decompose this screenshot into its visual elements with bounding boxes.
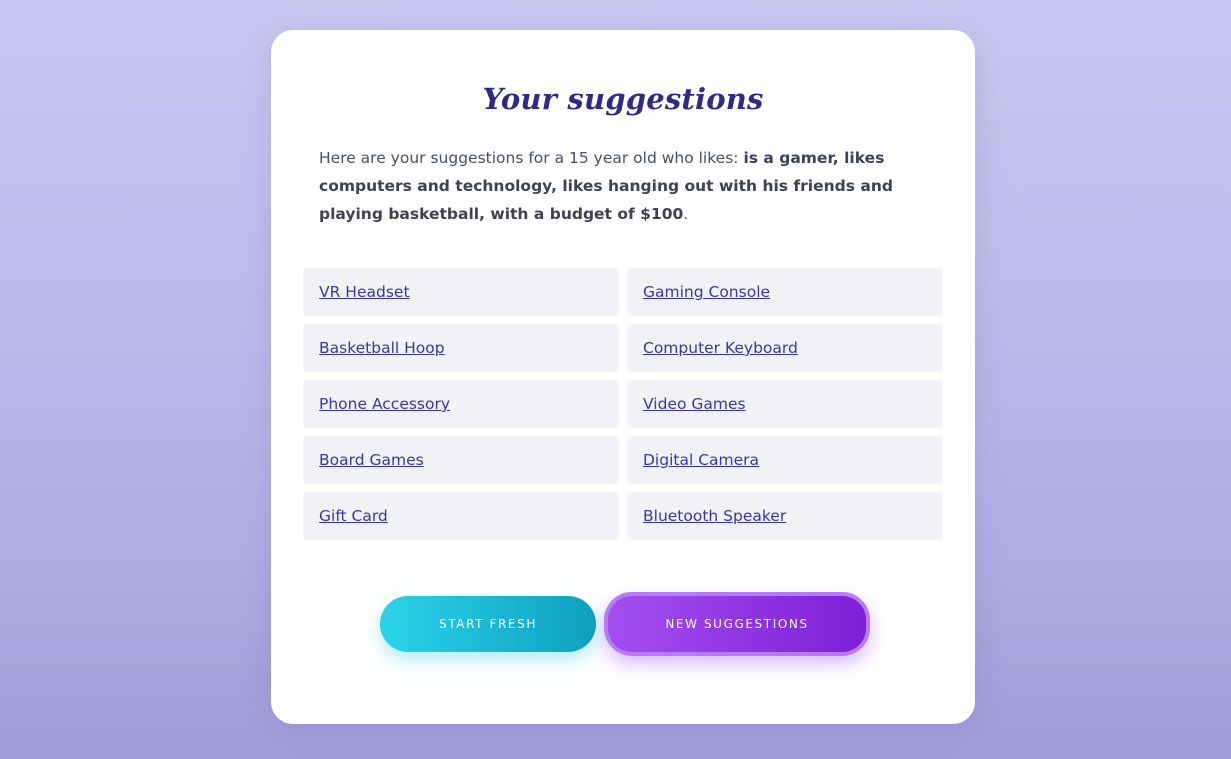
suggestion-item: Video Games (627, 380, 943, 428)
suggestion-link-computer-keyboard[interactable]: Computer Keyboard (643, 339, 798, 357)
suggestions-card: Your suggestions Here are your suggestio… (271, 30, 975, 724)
start-fresh-button[interactable]: START FRESH (380, 596, 596, 652)
suggestion-item: VR Headset (303, 268, 619, 316)
suggestion-link-gaming-console[interactable]: Gaming Console (643, 283, 770, 301)
suggestion-item: Board Games (303, 436, 619, 484)
intro-text: Here are your suggestions for a 15 year … (319, 144, 919, 228)
suggestion-item: Digital Camera (627, 436, 943, 484)
suggestion-item: Phone Accessory (303, 380, 619, 428)
suggestion-item: Bluetooth Speaker (627, 492, 943, 540)
suggestion-link-vr-headset[interactable]: VR Headset (319, 283, 410, 301)
suggestion-link-bluetooth-speaker[interactable]: Bluetooth Speaker (643, 507, 786, 525)
suggestion-link-digital-camera[interactable]: Digital Camera (643, 451, 759, 469)
intro-suffix: . (683, 205, 689, 223)
suggestion-grid: VR Headset Gaming Console Basketball Hoo… (303, 268, 943, 540)
suggestion-item: Gift Card (303, 492, 619, 540)
intro-prefix: Here are your suggestions for a 15 year … (319, 149, 744, 167)
suggestion-item: Computer Keyboard (627, 324, 943, 372)
new-suggestions-button[interactable]: NEW SUGGESTIONS (604, 592, 870, 656)
suggestion-item: Basketball Hoop (303, 324, 619, 372)
page-title: Your suggestions (482, 82, 764, 116)
suggestion-link-gift-card[interactable]: Gift Card (319, 507, 388, 525)
suggestion-link-basketball-hoop[interactable]: Basketball Hoop (319, 339, 445, 357)
suggestion-link-board-games[interactable]: Board Games (319, 451, 424, 469)
suggestion-link-video-games[interactable]: Video Games (643, 395, 746, 413)
suggestion-item: Gaming Console (627, 268, 943, 316)
suggestion-link-phone-accessory[interactable]: Phone Accessory (319, 395, 450, 413)
